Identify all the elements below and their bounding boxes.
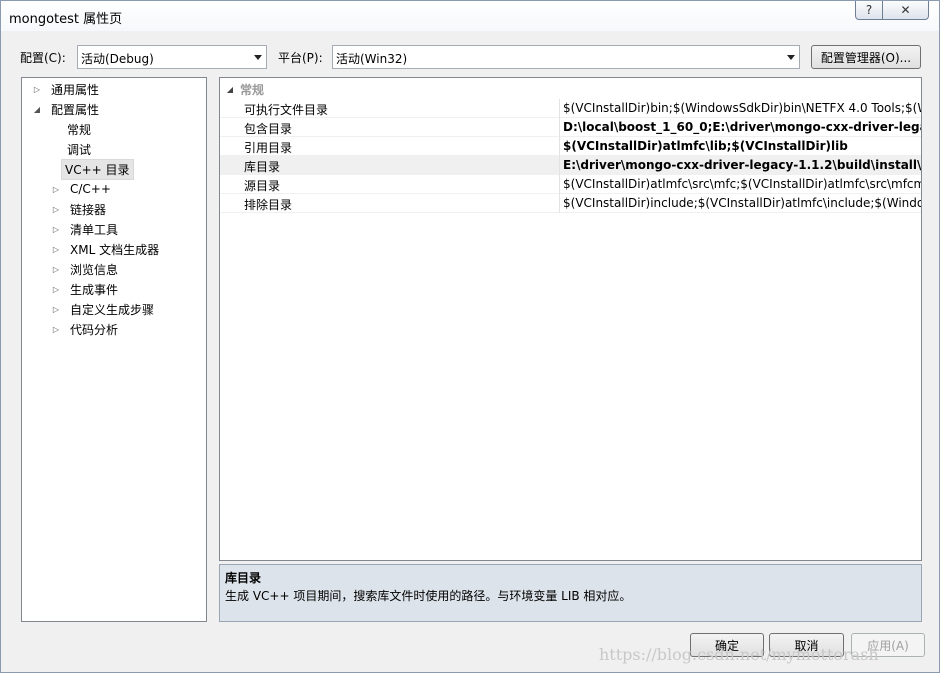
property-name: 可执行文件目录 [244,103,329,117]
platform-value: 活动(Win32) [336,52,408,66]
column-divider [559,118,560,137]
expand-arrow-icon[interactable]: ▷ [51,244,61,254]
property-grid: ◢ 常规 可执行文件目录 $(VCInstallDir)bin;$(Window… [219,77,922,561]
property-value[interactable]: D:\local\boost_1_60_0;E:\driver\mongo-cx… [563,120,921,134]
expand-arrow-icon[interactable]: ▷ [51,264,61,274]
column-divider [559,99,560,118]
property-name: 库目录 [244,160,281,174]
tree-item-configuration-properties[interactable]: ◢ 配置属性 [32,99,102,119]
property-row-library-directories[interactable]: 库目录 E:\driver\mongo-cxx-driver-legacy-1.… [220,156,921,175]
tree-item-label: 清单工具 [70,222,119,237]
chevron-down-icon [254,55,262,60]
column-divider [559,156,560,175]
tree-item-label: XML 文档生成器 [70,242,160,257]
property-value[interactable]: $(VCInstallDir)atlmfc\lib;$(VCInstallDir… [563,139,921,153]
tree-item-label: 浏览信息 [70,262,119,277]
title-bar: mongotest 属性页 ? ✕ [1,1,939,31]
column-divider [559,137,560,156]
close-icon: ✕ [900,3,911,17]
expand-arrow-icon[interactable]: ▷ [51,324,61,334]
tree-item-build-events[interactable]: ▷ 生成事件 [51,279,121,299]
platform-dropdown[interactable]: 活动(Win32) [332,45,800,69]
close-button[interactable]: ✕ [883,1,929,20]
property-name: 排除目录 [244,198,293,212]
property-row-source-directories[interactable]: 源目录 $(VCInstallDir)atlmfc\src\mfc;$(VCIn… [220,175,921,194]
tree-item-label: 常规 [67,122,92,137]
property-name: 包含目录 [244,122,293,136]
help-icon: ? [865,3,873,17]
tree-item-label: 代码分析 [70,322,119,337]
expand-arrow-icon[interactable]: ▷ [51,224,61,234]
description-text: 生成 VC++ 项目期间，搜索库文件时使用的路径。与环境变量 LIB 相对应。 [225,589,632,603]
tree-item-label: 调试 [67,142,92,157]
property-value[interactable]: $(VCInstallDir)bin;$(WindowsSdkDir)bin\N… [563,101,921,115]
tree-item-label: 自定义生成步骤 [70,302,155,317]
window-title: mongotest 属性页 [9,12,123,27]
chevron-down-icon [787,55,795,60]
tree-item-label: VC++ 目录 [61,158,134,180]
column-divider [559,175,560,194]
help-button[interactable]: ? [855,1,883,20]
configuration-toolbar: 配置(C): 活动(Debug) 平台(P): 活动(Win32) 配置管理器(… [1,43,939,69]
tree-item-code-analysis[interactable]: ▷ 代码分析 [51,319,121,339]
tree-item-browse-information[interactable]: ▷ 浏览信息 [51,259,121,279]
platform-label: 平台(P): [278,51,323,65]
caption-buttons: ? ✕ [855,1,929,21]
tree-item-debugging[interactable]: 调试 [64,139,94,159]
collapse-arrow-icon[interactable]: ◢ [220,85,240,94]
tree-item-manifest-tool[interactable]: ▷ 清单工具 [51,219,121,239]
property-row-reference-directories[interactable]: 引用目录 $(VCInstallDir)atlmfc\lib;$(VCInsta… [220,137,921,156]
configuration-value: 活动(Debug) [81,52,154,66]
expand-arrow-icon[interactable]: ▷ [32,84,42,94]
tree-item-label: 生成事件 [70,282,119,297]
category-header-general[interactable]: ◢ 常规 [220,80,921,99]
expand-arrow-icon[interactable]: ▷ [51,284,61,294]
tree-item-c-cpp[interactable]: ▷ C/C++ [51,179,114,199]
configuration-dropdown[interactable]: 活动(Debug) [77,45,267,69]
tree-item-general[interactable]: 常规 [64,119,94,139]
property-value[interactable]: E:\driver\mongo-cxx-driver-legacy-1.1.2\… [563,158,921,172]
tree-item-linker[interactable]: ▷ 链接器 [51,199,109,219]
tree-item-label: 通用属性 [51,82,100,97]
expand-arrow-icon[interactable]: ▷ [51,184,61,194]
description-title: 库目录 [225,571,262,585]
tree-item-xml-document-generator[interactable]: ▷ XML 文档生成器 [51,239,162,259]
configuration-label: 配置(C): [20,51,66,65]
property-pages-dialog: mongotest 属性页 ? ✕ 配置(C): 活动(Debug) 平台(P)… [0,0,940,673]
description-pane: 库目录 生成 VC++ 项目期间，搜索库文件时使用的路径。与环境变量 LIB 相… [219,564,922,622]
property-row-executable-directories[interactable]: 可执行文件目录 $(VCInstallDir)bin;$(WindowsSdkD… [220,99,921,118]
tree-item-label: 链接器 [70,202,107,217]
property-value[interactable]: $(VCInstallDir)atlmfc\src\mfc;$(VCInstal… [563,177,921,191]
property-value[interactable]: $(VCInstallDir)include;$(VCInstallDir)at… [563,196,921,210]
property-row-exclude-directories[interactable]: 排除目录 $(VCInstallDir)include;$(VCInstallD… [220,194,921,213]
property-row-include-directories[interactable]: 包含目录 D:\local\boost_1_60_0;E:\driver\mon… [220,118,921,137]
category-tree: ▷ 通用属性 ◢ 配置属性 常规 调试 VC++ 目录 ▷ C/C++ ▷ 链接… [21,77,207,622]
expand-arrow-icon[interactable]: ▷ [51,304,61,314]
tree-item-label: C/C++ [70,182,111,196]
column-divider [559,194,560,213]
property-name: 源目录 [244,179,281,193]
tree-item-common-properties[interactable]: ▷ 通用属性 [32,79,102,99]
expand-arrow-icon[interactable]: ▷ [51,204,61,214]
property-name: 引用目录 [244,141,293,155]
watermark-text: https://blog.csdn.net/mymottorash [599,645,879,664]
tree-item-label: 配置属性 [51,102,100,117]
configuration-manager-button[interactable]: 配置管理器(O)... [811,45,921,69]
category-label: 常规 [240,83,265,97]
tree-item-custom-build-step[interactable]: ▷ 自定义生成步骤 [51,299,157,319]
tree-item-vc-directories[interactable]: VC++ 目录 [61,158,134,180]
collapse-arrow-icon[interactable]: ◢ [32,104,42,114]
